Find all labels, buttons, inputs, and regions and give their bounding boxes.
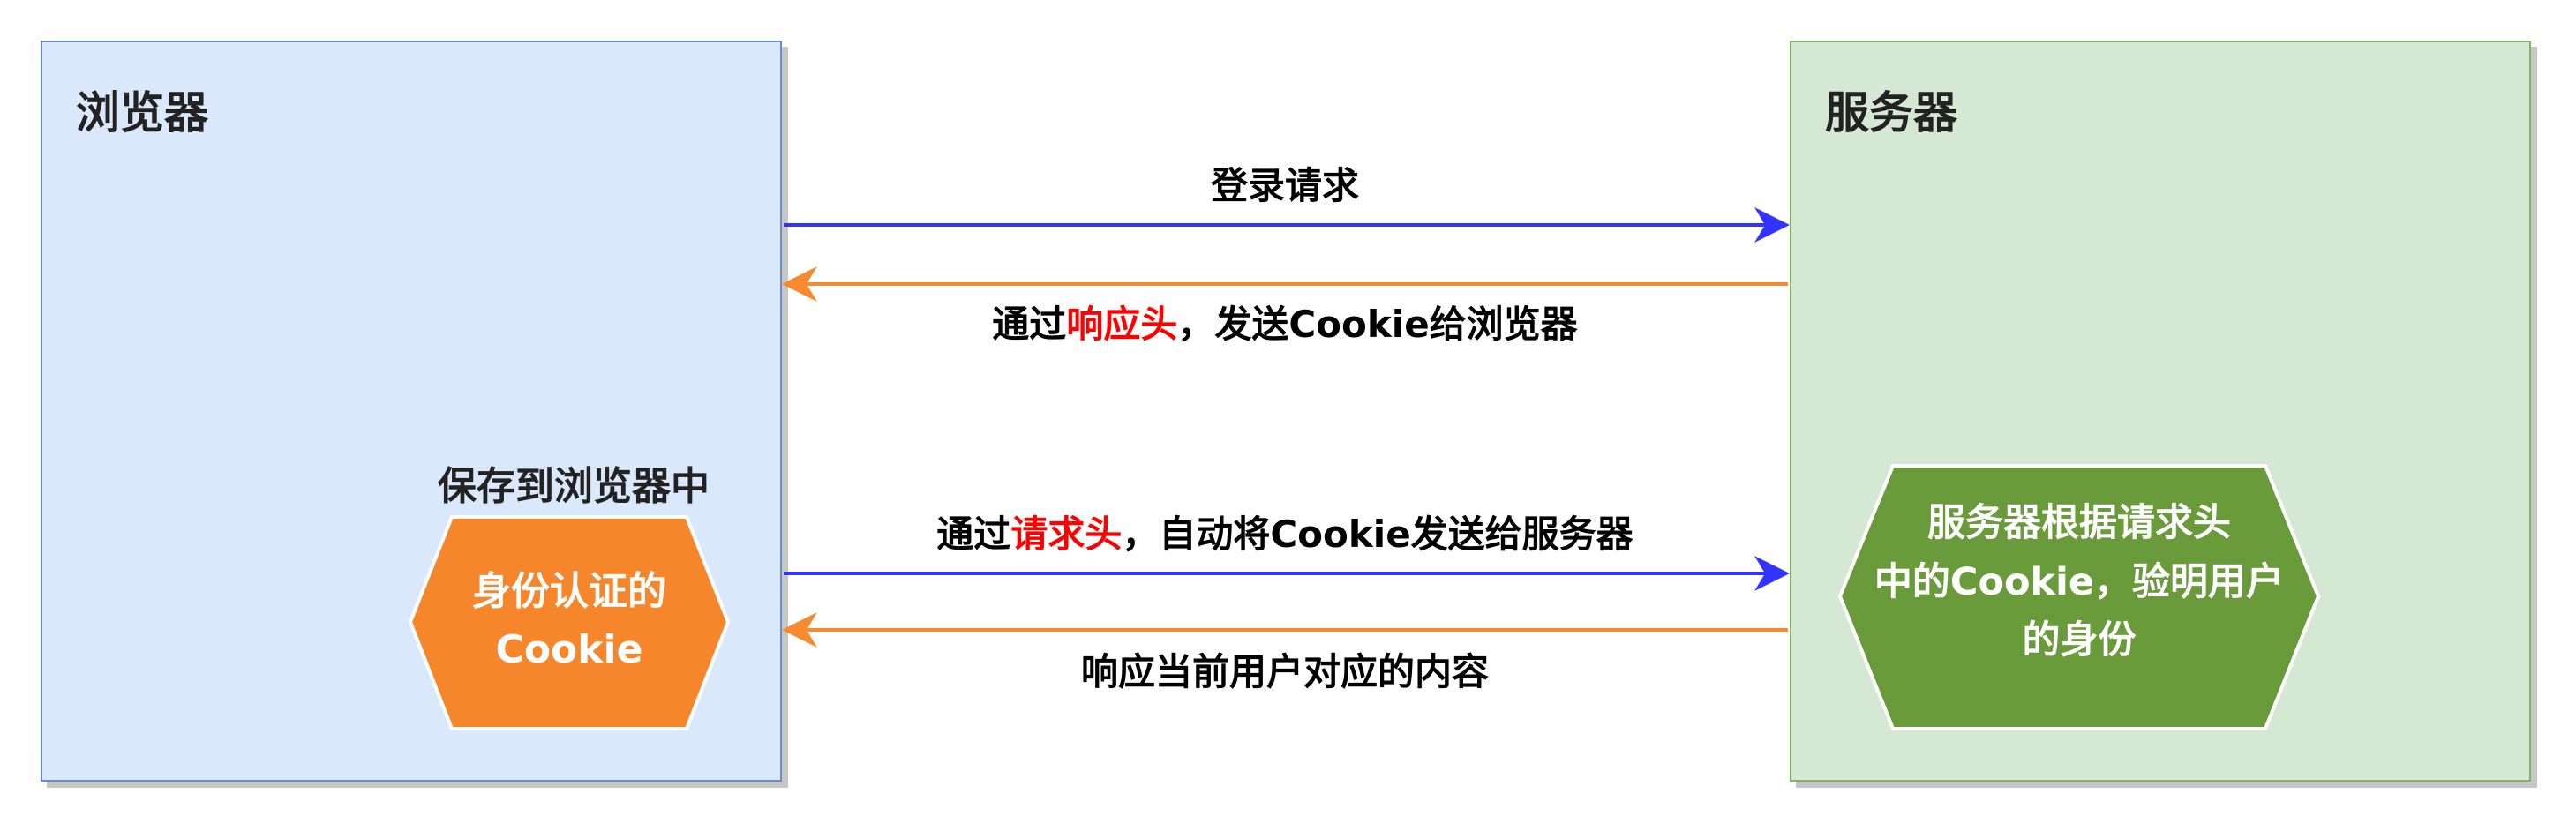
set-cookie-label: 通过响应头，发送Cookie给浏览器 (888, 306, 1682, 343)
set-cookie-highlight: 响应头 (1066, 303, 1178, 346)
send-cookie-suffix: ，自动将Cookie发送给服务器 (1122, 513, 1633, 556)
response-content-label: 响应当前用户对应的内容 (976, 654, 1594, 691)
cookie-line-2: Cookie (495, 627, 643, 672)
verify-line-2: 中的Cookie，验明用户 (1874, 559, 2285, 604)
send-cookie-prefix: 通过 (936, 513, 1011, 556)
cookie-hexagon-text: 身份认证的 Cookie (424, 563, 715, 679)
verify-hexagon-text: 服务器根据请求头 中的Cookie，验明用户 的身份 (1853, 494, 2305, 670)
send-cookie-label: 通过请求头，自动将Cookie发送给服务器 (844, 516, 1726, 553)
diagram-canvas (408, 207, 2321, 730)
response-content-text: 响应当前用户对应的内容 (1080, 650, 1489, 693)
set-cookie-suffix: ，发送Cookie给浏览器 (1177, 303, 1578, 346)
login-request-text: 登录请求 (1210, 164, 1359, 207)
send-cookie-highlight: 请求头 (1010, 513, 1123, 556)
cookie-line-1: 身份认证的 (472, 569, 666, 614)
login-request-label: 登录请求 (1064, 168, 1506, 205)
set-cookie-prefix: 通过 (992, 303, 1067, 346)
verify-line-1: 服务器根据请求头 (1927, 501, 2231, 545)
store-in-browser-label: 保存到浏览器中 (438, 464, 710, 509)
verify-line-3: 的身份 (2022, 618, 2137, 663)
